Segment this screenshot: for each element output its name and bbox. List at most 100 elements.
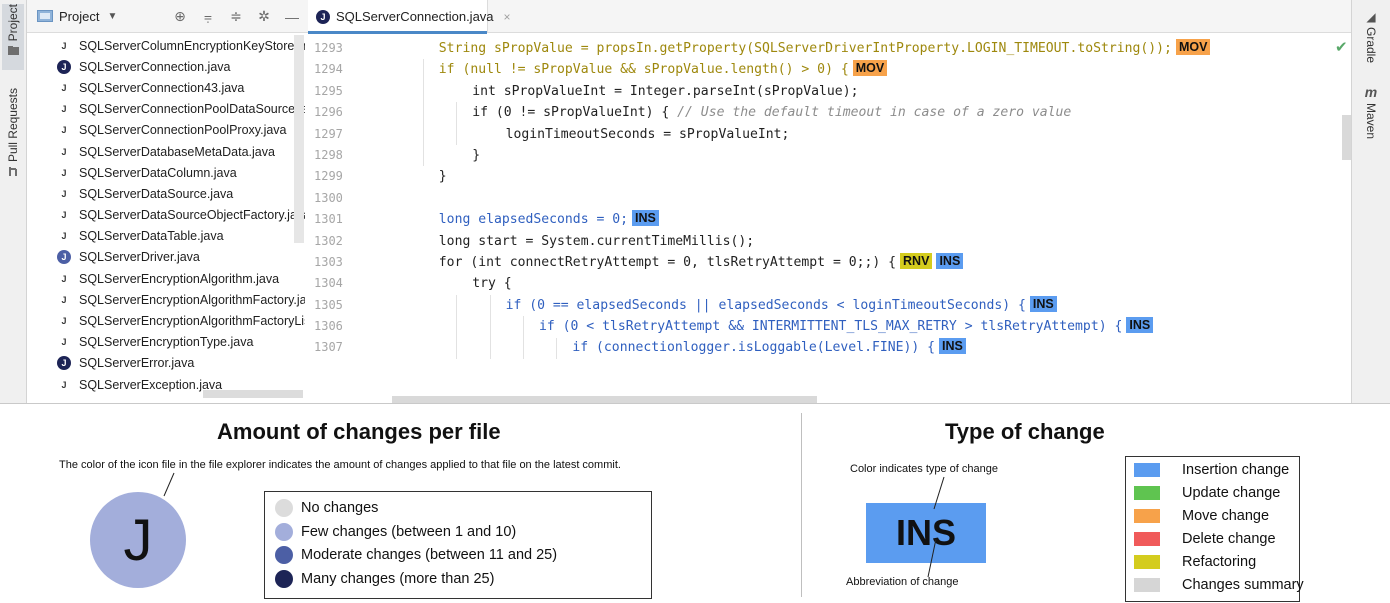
close-icon[interactable]: × [504, 10, 511, 24]
editor-tab-sqlserverconnection[interactable]: J SQLServerConnection.java × [308, 0, 511, 34]
legend-types-abbr-note: Abbreviation of change [846, 576, 959, 588]
legend-label: Delete change [1182, 531, 1276, 547]
file-tree-item[interactable]: J SQLServerEncryptionAlgorithmFactory.jav [27, 289, 305, 310]
legend-label: Insertion change [1182, 462, 1290, 478]
change-type-legend-box: Insertion change Update change Move change… [1125, 456, 1304, 602]
right-tool-strip: ◢ Gradle m Maven [1351, 0, 1390, 403]
file-tree-item[interactable]: J SQLServerConnectionPoolProxy.java [27, 120, 305, 141]
minimize-icon[interactable]: — [284, 9, 300, 25]
file-tree-item[interactable]: J SQLServerDriver.java [27, 247, 305, 268]
file-tree-item[interactable]: J SQLServerError.java [27, 353, 305, 374]
file-name: SQLServerException.java [79, 377, 223, 392]
code-text: int sPropValueInt = Integer.parseInt(sPr… [472, 83, 859, 99]
file-tree-item[interactable]: J SQLServerDatabaseMetaData.java [27, 141, 305, 162]
file-tree-item[interactable]: J SQLServerEncryptionAlgorithmFactoryList [27, 310, 305, 331]
file-name: SQLServerConnectionPoolDataSource.jav [79, 102, 305, 117]
line-number: 1305 [314, 297, 343, 312]
file-tree-item[interactable]: J SQLServerDataColumn.java [27, 162, 305, 183]
file-name: SQLServerDataColumn.java [79, 165, 237, 180]
project-folder-icon [37, 10, 53, 22]
toolwindow-tab-label: Maven [1364, 103, 1378, 140]
change-tag-ins[interactable]: INS [1029, 295, 1057, 312]
java-file-icon: J [61, 231, 67, 242]
legend-row-type: Move change [1134, 505, 1269, 527]
legend-label: Refactoring [1182, 554, 1257, 570]
code-text: } [472, 147, 481, 163]
legend-row-type: Delete change [1134, 528, 1276, 550]
change-level-dot [275, 569, 293, 588]
java-file-icon: J [61, 104, 67, 115]
file-tree-item[interactable]: J SQLServerDataTable.java [27, 226, 305, 247]
indent-guide [456, 102, 458, 145]
code-line: long start = System.currentTimeMillis(); [372, 231, 1342, 252]
code-text: if (null != sPropValue && sPropValue.len… [438, 62, 849, 78]
code-line: if (null != sPropValue && sPropValue.len… [372, 59, 1342, 80]
file-tree-item[interactable]: J SQLServerEncryptionType.java [27, 332, 305, 353]
chevron-down-icon[interactable]: ▼ [107, 11, 117, 22]
code-editor[interactable]: String sPropValue = propsIn.getProperty(… [372, 38, 1342, 403]
legend-row-type: Insertion change [1134, 459, 1289, 481]
legend-label: Few changes (between 1 and 10) [301, 523, 517, 540]
code-text: long elapsedSeconds = 0; [438, 212, 628, 228]
indent-guide [523, 316, 524, 359]
maven-icon: m [1364, 84, 1378, 100]
code-line: for (int connectRetryAttempt = 0, tlsRet… [372, 252, 1342, 273]
gear-icon[interactable]: ✲ [256, 8, 272, 25]
java-file-icon: J [61, 379, 67, 390]
code-line: loginTimeoutSeconds = sPropValueInt; [372, 124, 1342, 145]
inspection-ok-icon[interactable]: ✔ [1335, 38, 1348, 56]
code-text: long start = System.currentTimeMillis(); [438, 233, 755, 249]
change-type-swatch [1134, 532, 1160, 546]
toolwindow-tab-label: Pull Requests [6, 88, 20, 163]
change-tag-mov[interactable]: MOV [852, 60, 888, 77]
file-name: SQLServerDataSourceObjectFactory.java [79, 208, 305, 223]
file-tree-item[interactable]: J SQLServerConnection.java [27, 56, 305, 77]
file-name: SQLServerEncryptionType.java [79, 335, 254, 350]
legend-files-title: Amount of changes per file [217, 419, 501, 444]
pull-request-icon [8, 167, 17, 177]
toolwindow-tab-pull-requests[interactable]: Pull Requests [2, 88, 24, 180]
file-tree-item[interactable]: J SQLServerDataSource.java [27, 183, 305, 204]
expand-all-icon[interactable]: ≑ [228, 8, 244, 25]
file-name: SQLServerDataSource.java [79, 186, 234, 201]
editor-tab-bar: J SQLServerConnection.java × [308, 0, 1351, 34]
legend-row-type: Changes summary [1134, 574, 1304, 596]
change-tag-ins[interactable]: INS [632, 210, 659, 227]
toolwindow-tab-project[interactable]: Project [2, 4, 24, 70]
code-text: String sPropValue = propsIn.getProperty(… [438, 41, 1172, 56]
change-tag-ins[interactable]: INS [1126, 317, 1154, 334]
toolwindow-tab-gradle[interactable]: ◢ Gradle [1356, 10, 1386, 63]
legend-label: Update change [1182, 485, 1281, 501]
file-tree-horizontal-scrollbar[interactable] [203, 390, 303, 398]
legend-label: No changes [301, 500, 379, 516]
file-tree-item[interactable]: J SQLServerColumnEncryptionKeyStorePro [27, 35, 305, 56]
java-file-icon: J [61, 82, 67, 93]
legend-label: Many changes (more than 25) [301, 570, 495, 587]
java-file-icon: J [61, 273, 67, 284]
indent-guide [556, 337, 558, 359]
project-panel-title[interactable]: Project [59, 9, 99, 24]
file-tree-item[interactable]: J SQLServerDataSourceObjectFactory.java [27, 205, 305, 226]
java-file-icon: J [61, 40, 67, 51]
toolwindow-tab-maven[interactable]: m Maven [1356, 84, 1386, 139]
change-tag-ins[interactable]: INS [939, 338, 966, 355]
change-tag-ins[interactable]: INS [936, 252, 964, 269]
java-file-icon: J [61, 294, 67, 305]
file-tree-item[interactable]: J SQLServerConnection43.java [27, 77, 305, 98]
editor-vertical-scrollbar[interactable] [1342, 115, 1351, 160]
collapse-all-icon[interactable]: ⩦ [200, 8, 216, 25]
file-tree-scrollbar[interactable] [294, 35, 304, 243]
code-comment: // Use the default timeout in case of a … [677, 105, 1072, 121]
code-line: if (0 < tlsRetryAttempt && INTERMITTENT_… [372, 316, 1342, 337]
target-icon[interactable]: ⊕ [172, 8, 188, 25]
file-tree-item[interactable]: J SQLServerConnectionPoolDataSource.jav [27, 99, 305, 120]
leader-lines [927, 476, 945, 578]
file-tree-item[interactable]: J SQLServerEncryptionAlgorithm.java [27, 268, 305, 289]
change-tag-rnv[interactable]: RNV [900, 252, 933, 269]
change-tag-mov[interactable]: MOV [1175, 39, 1211, 55]
legend-row-few: Few changes (between 1 and 10) [275, 522, 517, 541]
code-text: try { [472, 276, 512, 292]
line-number: 1298 [314, 147, 343, 162]
editor-horizontal-scrollbar[interactable] [392, 396, 817, 403]
